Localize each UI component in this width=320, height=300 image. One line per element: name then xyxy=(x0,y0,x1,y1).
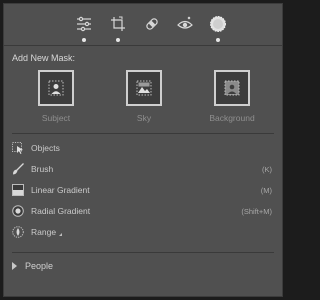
tool-objects-label: Objects xyxy=(31,143,60,153)
tool-indicator-dot xyxy=(116,38,120,42)
radial-gradient-icon xyxy=(12,205,24,217)
tool-range[interactable]: Range xyxy=(12,223,274,241)
tool-range-label: Range xyxy=(31,227,57,237)
mask-subject-button[interactable]: Subject xyxy=(16,70,96,130)
mask-sky-label: Sky xyxy=(136,113,152,123)
tool-brush[interactable]: Brush (K) xyxy=(12,160,274,178)
divider xyxy=(12,252,274,253)
mask-subject-label: Subject xyxy=(41,113,71,123)
tool-objects[interactable]: Objects xyxy=(12,139,274,157)
divider xyxy=(12,133,274,134)
masking-icon[interactable] xyxy=(207,13,229,42)
tool-radial-gradient[interactable]: Radial Gradient (Shift+M) xyxy=(12,202,274,220)
tool-linear-gradient-shortcut: (M) xyxy=(260,185,272,195)
linear-gradient-icon xyxy=(12,184,24,196)
people-section-toggle[interactable]: People xyxy=(12,259,53,273)
range-submenu-caret-icon xyxy=(59,233,63,236)
red-eye-icon[interactable] xyxy=(174,13,196,35)
tool-brush-label: Brush xyxy=(31,164,54,174)
tool-radial-gradient-shortcut: (Shift+M) xyxy=(241,206,272,216)
crop-icon[interactable] xyxy=(107,13,129,42)
mask-background-label: Background xyxy=(209,113,255,123)
range-icon xyxy=(12,226,24,238)
mask-sky-button[interactable]: Sky xyxy=(104,70,184,130)
objects-icon xyxy=(12,142,24,154)
brush-icon xyxy=(12,163,24,175)
edit-sliders-icon[interactable] xyxy=(73,13,95,42)
healing-icon[interactable] xyxy=(141,13,163,35)
tool-strip xyxy=(4,4,282,46)
sky-icon xyxy=(126,70,162,106)
active-tool-dot xyxy=(216,38,220,42)
mask-background-button[interactable]: Background xyxy=(192,70,272,130)
background-icon xyxy=(214,70,250,106)
masking-panel: Add New Mask: Subject Sky Background Obj… xyxy=(3,3,283,297)
add-new-mask-title: Add New Mask: xyxy=(12,53,76,63)
tool-indicator-dot xyxy=(82,38,86,42)
expand-triangle-icon xyxy=(12,262,17,270)
tool-radial-gradient-label: Radial Gradient xyxy=(31,206,91,216)
people-label: People xyxy=(25,261,54,271)
subject-icon xyxy=(38,70,74,106)
tool-brush-shortcut: (K) xyxy=(262,164,272,174)
tool-linear-gradient-label: Linear Gradient xyxy=(31,185,90,195)
tool-linear-gradient[interactable]: Linear Gradient (M) xyxy=(12,181,274,199)
